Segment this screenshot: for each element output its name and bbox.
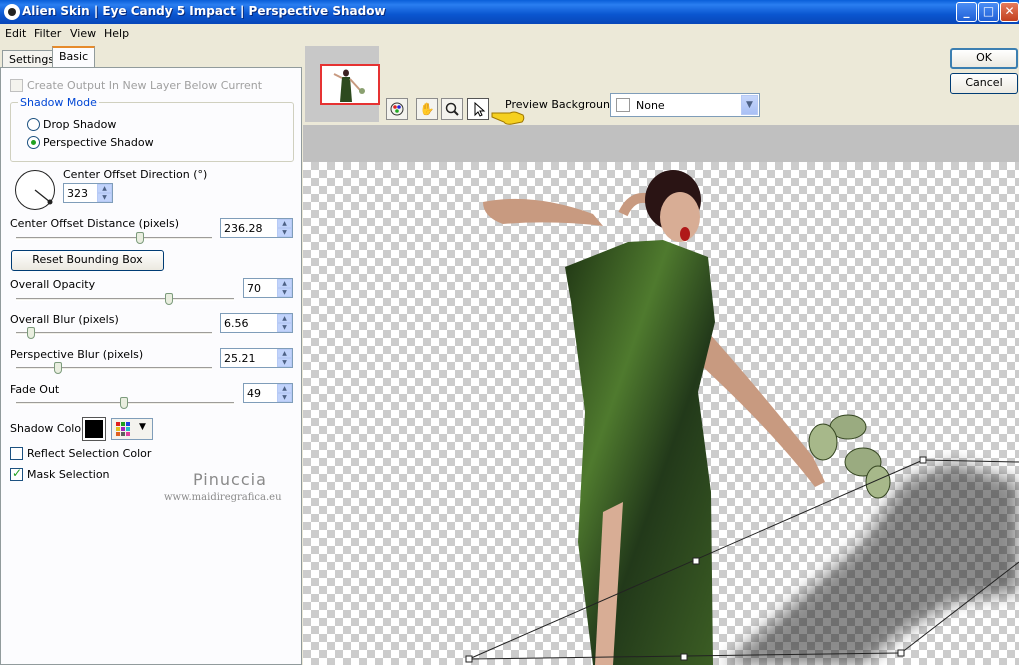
center-offset-distance-label: Center Offset Distance (pixels) [10, 217, 180, 230]
cancel-button[interactable]: Cancel [950, 73, 1018, 94]
menu-view[interactable]: View [70, 27, 96, 40]
overall-blur-input[interactable]: 6.56 ▲ ▼ [220, 313, 293, 333]
zoom-fit-tool-button[interactable] [386, 98, 408, 120]
watermark-url: www.maidiregrafica.eu [164, 492, 282, 503]
app-icon [4, 4, 20, 20]
ok-button[interactable]: OK [950, 48, 1018, 69]
color-picker-button[interactable]: ▼ [111, 418, 153, 440]
fade-out-spinner[interactable]: ▲ ▼ [277, 384, 292, 402]
center-offset-direction-spinner[interactable]: ▲ ▼ [97, 184, 112, 202]
perspective-blur-input[interactable]: 25.21 ▲ ▼ [220, 348, 293, 368]
center-offset-distance-value: 236.28 [224, 222, 263, 235]
fade-out-thumb[interactable] [120, 397, 128, 409]
perspective-blur-slider[interactable] [16, 367, 212, 370]
perspective-blur-thumb[interactable] [54, 362, 62, 374]
title-bar: Alien Skin | Eye Candy 5 Impact | Perspe… [0, 0, 1019, 24]
reflect-selection-color-checkbox[interactable] [10, 447, 23, 460]
minimize-button[interactable]: _ [956, 2, 977, 22]
maximize-button[interactable]: □ [978, 2, 999, 22]
overall-opacity-slider[interactable] [16, 298, 234, 301]
magnifier-icon [445, 102, 459, 116]
select-tool-button[interactable] [467, 98, 489, 120]
dropdown-arrow-icon: ▼ [139, 422, 146, 432]
drop-shadow-radio[interactable] [27, 118, 40, 131]
center-offset-direction-value: 323 [67, 187, 88, 200]
zoom-tool-button[interactable] [441, 98, 463, 120]
center-offset-distance-input[interactable]: 236.28 ▲ ▼ [220, 218, 293, 238]
tab-basic[interactable]: Basic [52, 46, 96, 69]
arrow-cursor-icon [474, 101, 486, 117]
overall-opacity-thumb[interactable] [165, 293, 173, 305]
plant [808, 414, 891, 499]
mask-selection-checkbox[interactable] [10, 466, 23, 481]
overall-blur-thumb[interactable] [27, 327, 35, 339]
none-swatch-icon [616, 98, 630, 112]
hand-tool-button[interactable]: ✋ [416, 98, 438, 120]
fade-out-value: 49 [247, 387, 261, 400]
overall-opacity-value: 70 [247, 282, 261, 295]
overall-opacity-label: Overall Opacity [10, 278, 96, 291]
menu-edit[interactable]: Edit [5, 27, 26, 40]
window-title: Alien Skin | Eye Candy 5 Impact | Perspe… [22, 4, 386, 18]
perspective-shadow-label: Perspective Shadow [43, 136, 154, 149]
preview-image [465, 170, 1019, 665]
reflect-selection-color-label: Reflect Selection Color [27, 447, 152, 460]
overall-opacity-input[interactable]: 70 ▲ ▼ [243, 278, 293, 298]
shadow-mode-group [10, 102, 294, 162]
fade-out-label: Fade Out [10, 383, 60, 396]
color-grid-icon [116, 422, 130, 436]
center-offset-direction-input[interactable]: 323 ▲ ▼ [63, 183, 113, 203]
center-offset-distance-slider[interactable] [16, 237, 212, 240]
perspective-blur-spinner[interactable]: ▲ ▼ [277, 349, 292, 367]
preview-background-value: None [636, 99, 665, 112]
shadow-mode-label: Shadow Mode [18, 96, 99, 109]
preview-border [303, 125, 1019, 162]
navigator-figure-icon [333, 69, 365, 102]
perspective-blur-label: Perspective Blur (pixels) [10, 348, 144, 361]
fade-out-input[interactable]: 49 ▲ ▼ [243, 383, 293, 403]
perspective-blur-value: 25.21 [224, 352, 256, 365]
shadow-color-label: Shadow Color [10, 422, 86, 435]
overall-blur-label: Overall Blur (pixels) [10, 313, 119, 326]
navigator-thumbnail[interactable] [320, 64, 380, 105]
preview-canvas[interactable] [303, 162, 1019, 665]
center-offset-direction-label: Center Offset Direction (°) [63, 168, 208, 181]
drop-shadow-label: Drop Shadow [43, 118, 117, 131]
overall-blur-value: 6.56 [224, 317, 249, 330]
center-offset-distance-spinner[interactable]: ▲ ▼ [277, 219, 292, 237]
chevron-down-icon[interactable]: ▼ [741, 95, 758, 115]
overall-opacity-spinner[interactable]: ▲ ▼ [277, 279, 292, 297]
preview-background-select[interactable]: None ▼ [610, 93, 760, 117]
palette-icon [390, 102, 404, 116]
shadow-color-fill [85, 420, 103, 438]
preview-background-label: Preview Background: [505, 98, 621, 111]
settings-panel: Create Output In New Layer Below Current… [0, 67, 302, 665]
perspective-shadow-radio[interactable] [27, 136, 40, 149]
close-button[interactable]: ✕ [1000, 2, 1019, 22]
center-offset-distance-thumb[interactable] [136, 232, 144, 244]
menu-help[interactable]: Help [104, 27, 129, 40]
watermark-name: Pinuccia [193, 470, 267, 489]
hand-icon: ✋ [419, 102, 435, 116]
create-output-label: Create Output In New Layer Below Current [27, 79, 263, 92]
mask-selection-label: Mask Selection [27, 468, 110, 481]
create-output-checkbox[interactable] [10, 79, 23, 92]
reset-bounding-box-button[interactable]: Reset Bounding Box [11, 250, 164, 271]
shadow-color-swatch[interactable] [82, 417, 106, 441]
menu-bar: Edit Filter View Help [0, 24, 1019, 44]
direction-dial[interactable] [15, 170, 55, 210]
overall-blur-slider[interactable] [16, 332, 212, 335]
menu-filter[interactable]: Filter [34, 27, 61, 40]
direction-dial-needle [34, 189, 53, 205]
green-dress [565, 240, 715, 665]
overall-blur-spinner[interactable]: ▲ ▼ [277, 314, 292, 332]
